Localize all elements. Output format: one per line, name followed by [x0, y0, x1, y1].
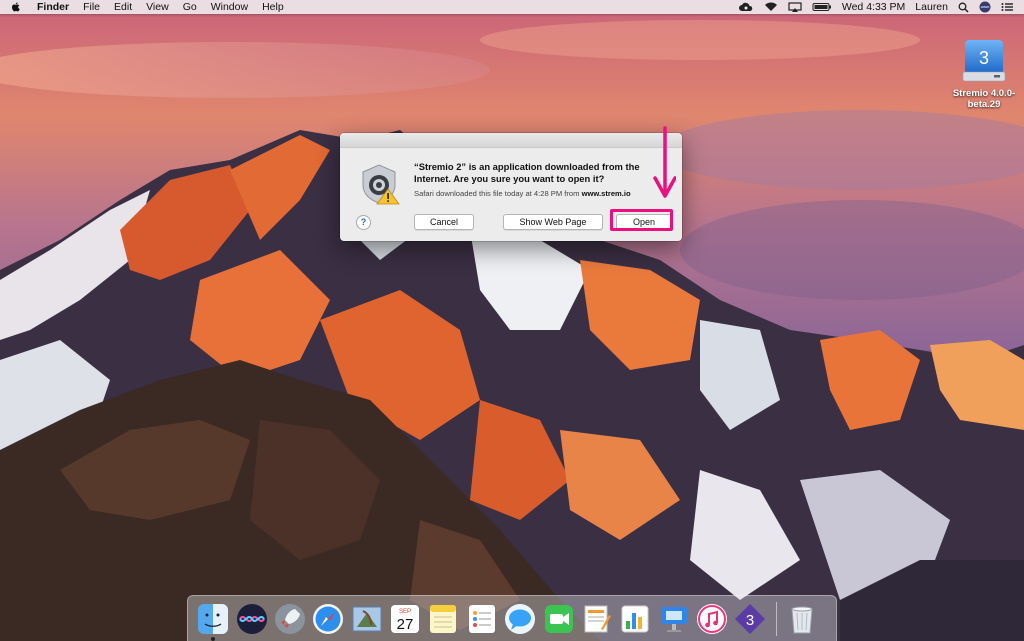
creative-cloud-icon[interactable]	[733, 2, 759, 12]
dialog-title: “Stremio 2” is an application downloaded…	[414, 161, 676, 185]
battery-icon[interactable]	[807, 2, 837, 12]
dialog-message: “Stremio 2” is an application downloaded…	[414, 161, 676, 199]
drive-label-line1: Stremio 4.0.0-	[952, 88, 1016, 99]
keynote-icon	[660, 606, 687, 632]
apple-icon[interactable]	[10, 1, 22, 13]
annotation-arrow-icon	[653, 126, 676, 198]
gatekeeper-warning-icon	[362, 164, 400, 205]
external-drive-icon: 3	[962, 40, 1006, 82]
safari-icon	[313, 603, 344, 634]
dock-facetime[interactable]	[543, 603, 575, 635]
menu-view[interactable]: View	[139, 0, 176, 14]
calendar-icon: SEP27	[391, 604, 420, 633]
menu-edit[interactable]: Edit	[107, 0, 139, 14]
annotation-highlight-box	[610, 209, 673, 231]
dock-messages[interactable]	[504, 603, 536, 635]
dock-stremio[interactable]: 3	[734, 603, 766, 635]
dialog-title-line2: Internet. Are you sure you want to open …	[414, 173, 605, 184]
notes-icon	[430, 604, 457, 633]
cancel-button[interactable]: Cancel	[414, 214, 474, 230]
dock-keynote[interactable]	[658, 603, 690, 635]
siri-icon	[236, 603, 267, 634]
user-name[interactable]: Lauren	[910, 0, 953, 14]
dock: SEP 27 3	[187, 595, 837, 641]
running-indicator	[211, 636, 216, 641]
calendar-day: 27	[397, 616, 414, 633]
mail-icon	[352, 606, 382, 631]
dialog-sub-prefix: Safari downloaded this file today at 4:2…	[414, 189, 582, 198]
stremio-icon: 3	[735, 603, 766, 634]
dialog-titlebar[interactable]	[340, 133, 682, 148]
airplay-icon[interactable]	[783, 2, 807, 12]
siri-icon[interactable]	[974, 1, 996, 13]
dock-notes[interactable]	[427, 603, 459, 635]
reminders-icon	[468, 604, 495, 633]
dock-finder[interactable]	[197, 603, 229, 641]
dock-mail[interactable]	[351, 603, 383, 635]
dock-separator	[775, 601, 777, 636]
desktop-stremio-drive[interactable]: 3 Stremio 4.0.0- beta.29	[948, 38, 1020, 110]
menu-bar: Finder File Edit View Go Window Help Wed…	[0, 0, 1024, 14]
menu-window[interactable]: Window	[204, 0, 255, 14]
dock-numbers[interactable]	[619, 603, 651, 635]
notification-center-icon[interactable]	[996, 2, 1018, 12]
facetime-icon	[544, 604, 573, 633]
drive-glyph: 3	[979, 48, 989, 68]
dock-safari[interactable]	[312, 603, 344, 635]
dock-trash[interactable]	[786, 603, 818, 635]
desktop-wallpaper	[0, 0, 1024, 641]
dock-pages[interactable]	[581, 603, 613, 635]
menu-file[interactable]: File	[76, 0, 107, 14]
menu-app-finder[interactable]: Finder	[30, 0, 76, 14]
dock-reminders[interactable]	[466, 603, 498, 635]
dialog-subtext: Safari downloaded this file today at 4:2…	[414, 189, 676, 199]
menu-help[interactable]: Help	[255, 0, 291, 14]
stremio-glyph: 3	[746, 612, 754, 629]
search-icon[interactable]	[953, 2, 974, 13]
clock[interactable]: Wed 4:33 PM	[837, 0, 910, 14]
itunes-icon	[697, 603, 728, 634]
dialog-title-line1: “Stremio 2” is an application downloaded…	[414, 161, 640, 172]
wifi-icon[interactable]	[759, 2, 783, 12]
dialog-sub-source: www.strem.io	[581, 189, 631, 198]
dock-calendar[interactable]: SEP 27	[389, 603, 421, 635]
show-web-page-button[interactable]: Show Web Page	[503, 214, 603, 230]
dock-siri[interactable]	[236, 603, 268, 635]
drive-label-line2: beta.29	[967, 99, 1001, 110]
dock-itunes[interactable]	[696, 603, 728, 635]
numbers-icon	[621, 605, 649, 632]
pages-icon	[584, 605, 611, 632]
trash-icon	[791, 606, 813, 633]
desktop-drive-label: Stremio 4.0.0- beta.29	[948, 88, 1020, 110]
dock-launchpad[interactable]	[274, 603, 306, 635]
messages-icon	[505, 603, 536, 634]
finder-icon	[198, 603, 229, 634]
calendar-month: SEP	[399, 609, 411, 615]
help-button[interactable]: ?	[356, 215, 371, 230]
launchpad-icon	[274, 603, 305, 634]
menu-go[interactable]: Go	[176, 0, 204, 14]
